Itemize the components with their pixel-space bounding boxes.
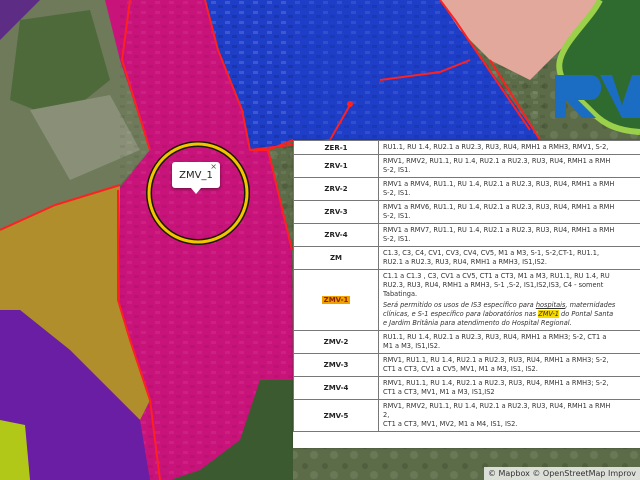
zone-code-cell: ZMV-4 xyxy=(293,376,379,400)
table-row: ZRV-1 RMV1, RMV2, RU1.1, RU 1.4, RU2.1 a … xyxy=(293,154,640,178)
zone-uses-line: RU2.1 a RU2.3, RU3, RU4, RMH1 a RMH3, IS… xyxy=(383,258,547,266)
zone-code-cell: ZRV-4 xyxy=(293,223,379,247)
zone-uses-cell: C1.3, C3, C4, CV1, CV3, CV4, CV5, M1 a M… xyxy=(378,246,640,270)
zone-code: ZMV-1 xyxy=(321,296,351,304)
table-row: ZRV-2 RMV1 a RMV4, RU1.1, RU 1.4, RU2.1 a… xyxy=(293,177,640,201)
zone-uses-line: M1 a M3, IS1,IS2. xyxy=(383,342,441,350)
close-icon[interactable]: × xyxy=(210,162,217,171)
zone-uses-line: RMV1, RU1.1, RU 1.4, RU2.1 a RU2.3, RU3,… xyxy=(383,379,609,387)
table-row: ZMV-3 RMV1, RU1.1, RU 1.4, RU2.1 a RU2.3,… xyxy=(293,353,640,377)
zone-uses-line: C1.3, C3, C4, CV1, CV3, CV4, CV5, M1 a M… xyxy=(383,249,600,257)
zone-code-cell: ZM xyxy=(293,246,379,270)
note-text: , maternidades xyxy=(565,301,616,309)
note-underlined: hospitais xyxy=(535,301,566,309)
zone-uses-line: S-2, IS1. xyxy=(383,166,411,174)
zone-uses-cell: RU1.1, RU 1.4, RU2.1 a RU2.3, RU3, RU4, … xyxy=(378,330,640,354)
zone-uses-line: RU1.1, RU 1.4, RU2.1 a RU2.3, RU3, RU4, … xyxy=(383,143,609,151)
zone-uses-cell: RMV1, RU1.1, RU 1.4, RU2.1 a RU2.3, RU3,… xyxy=(378,353,640,377)
zone-code: ZMV-4 xyxy=(323,384,349,392)
zone-code: ZMV-2 xyxy=(323,338,349,346)
zone-uses-line: RMV1 a RMV7, RU1.1, RU 1.4, RU2.1 a RU2.… xyxy=(383,226,615,234)
zone-code: ZRV-1 xyxy=(324,162,348,170)
table-row: ZMV-5 RMV1, RMV2, RU1.1, RU 1.4, RU2.1 a … xyxy=(293,399,640,432)
zone-uses-line: C1.1 a C1.3 , C3, CV1 a CV5, CT1 a CT3, … xyxy=(383,272,610,280)
zone-uses-line: RMV1 a RMV6, RU1.1, RU 1.4, RU2.1 a RU2.… xyxy=(383,203,615,211)
zone-uses-line: S-2, IS1. xyxy=(383,189,411,197)
zone-popup[interactable]: ZMV_1 × xyxy=(172,162,220,194)
zone-uses-cell: RMV1 a RMV7, RU1.1, RU 1.4, RU2.1 a RU2.… xyxy=(378,223,640,247)
zone-code-cell: ZRV-2 xyxy=(293,177,379,201)
zone-code: ZRV-4 xyxy=(324,231,348,239)
zone-uses-line: 2, xyxy=(383,411,390,419)
zone-code-cell: ZMV-3 xyxy=(293,353,379,377)
zone-uses-cell: RMV1 a RMV4, RU1.1, RU 1.4, RU2.1 a RU2.… xyxy=(378,177,640,201)
popup-label: ZMV_1 xyxy=(179,169,213,181)
zone-code-cell: ZMV-1 xyxy=(293,269,379,331)
map-attribution[interactable]: © Mapbox © OpenStreetMap Improv xyxy=(483,467,640,480)
zoning-table-overlay: ZER-1 RU1.1, RU 1.4, RU2.1 a RU2.3, RU3, … xyxy=(293,140,640,448)
note-highlight: ZMV-1 xyxy=(538,310,559,318)
zone-uses-line: RMV1 a RMV4, RU1.1, RU 1.4, RU2.1 a RU2.… xyxy=(383,180,615,188)
zone-code: ZRV-2 xyxy=(324,185,348,193)
zone-code-cell: ZRV-1 xyxy=(293,154,379,178)
zone-uses-line: CT1 a CT3, CV1 a CV5, MV1, M1 a M3, IS1,… xyxy=(383,365,538,373)
table-row: ZRV-4 RMV1 a RMV7, RU1.1, RU 1.4, RU2.1 a… xyxy=(293,223,640,247)
zone-code: ZMV-5 xyxy=(323,411,349,420)
road-node xyxy=(347,101,353,107)
zone-uses-line: RU1.1, RU 1.4, RU2.1 a RU2.3, RU3, RU4, … xyxy=(383,333,607,341)
zone-special-note: Será permitido os usos de IS3 específico… xyxy=(383,301,640,328)
zone-uses-cell: RMV1 a RMV6, RU1.1, RU 1.4, RU2.1 a RU2.… xyxy=(378,200,640,224)
zone-uses-cell: RMV1, RU1.1, RU 1.4, RU2.1 a RU2.3, RU3,… xyxy=(378,376,640,400)
note-text: e Jardim Britânia para atendimento do Ho… xyxy=(383,319,572,327)
table-row: ZMV-4 RMV1, RU1.1, RU 1.4, RU2.1 a RU2.3,… xyxy=(293,376,640,400)
zone-uses-cell: RU1.1, RU 1.4, RU2.1 a RU2.3, RU3, RU4, … xyxy=(378,140,640,155)
zone-code: ZRV-3 xyxy=(324,208,348,216)
table-row: ZM C1.3, C3, C4, CV1, CV3, CV4, CV5, M1 a… xyxy=(293,246,640,270)
zone-code: ZM xyxy=(329,254,343,262)
table-row: ZER-1 RU1.1, RU 1.4, RU2.1 a RU2.3, RU3, … xyxy=(293,140,640,155)
zone-code-cell: ZRV-3 xyxy=(293,200,379,224)
note-text: clínicas, e S-1 específico para laborató… xyxy=(383,310,539,318)
zone-uses-cell: C1.1 a C1.3 , C3, CV1 a CV5, CT1 a CT3, … xyxy=(378,269,640,331)
zone-uses-line: S-2, IS1. xyxy=(383,212,411,220)
zone-uses-line: S-2, IS1. xyxy=(383,235,411,243)
table-row: ZMV-2 RU1.1, RU 1.4, RU2.1 a RU2.3, RU3, … xyxy=(293,330,640,354)
zone-uses-line: CT1 a CT3, MV1, M1 a M3, IS1,IS2 xyxy=(383,388,495,396)
zone-uses-cell: RMV1, RMV2, RU1.1, RU 1.4, RU2.1 a RU2.3… xyxy=(378,154,640,178)
zone-code-cell: ZMV-2 xyxy=(293,330,379,354)
zone-uses-cell: RMV1, RMV2, RU1.1, RU 1.4, RU2.1 a RU2.3… xyxy=(378,399,640,432)
note-text: do Pontal Santa xyxy=(558,310,614,318)
zone-code: ZER-1 xyxy=(324,143,348,152)
zone-uses-line: RMV1, RMV2, RU1.1, RU 1.4, RU2.1 a RU2.3… xyxy=(383,402,611,410)
zone-uses-line: RU2.3, RU3, RU4, RMH1 a RMH3, S-1 ,S-2, … xyxy=(383,281,604,289)
zone-uses-line: RMV1, RU1.1, RU 1.4, RU2.1 a RU2.3, RU3,… xyxy=(383,356,609,364)
zone-uses-line: CT1 a CT3, MV1, MV2, M1 a M4, IS1, IS2. xyxy=(383,420,518,428)
zone-uses-line: RMV1, RMV2, RU1.1, RU 1.4, RU2.1 a RU2.3… xyxy=(383,157,611,165)
zone-code-cell: ZER-1 xyxy=(293,140,379,155)
table-row: ZRV-3 RMV1 a RMV6, RU1.1, RU 1.4, RU2.1 a… xyxy=(293,200,640,224)
zone-uses-line: Tabatinga. xyxy=(383,290,418,298)
zone-code: ZMV-3 xyxy=(323,361,349,369)
zone-code-cell: ZMV-5 xyxy=(293,399,379,432)
note-text: Será permitido os usos de IS3 específico… xyxy=(383,301,536,309)
table-row: ZMV-1 C1.1 a C1.3 , C3, CV1 a CV5, CT1 a … xyxy=(293,269,640,331)
zoning-table: ZER-1 RU1.1, RU 1.4, RU2.1 a RU2.3, RU3, … xyxy=(293,140,640,432)
